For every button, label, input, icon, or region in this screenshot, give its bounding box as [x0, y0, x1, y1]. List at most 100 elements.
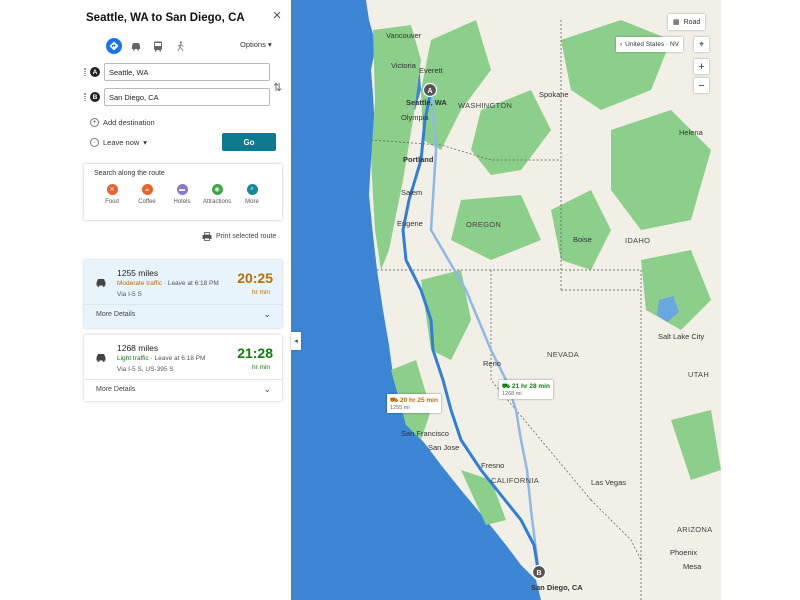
drag-handle-a[interactable]	[84, 68, 86, 76]
options-label: Options	[240, 40, 266, 49]
route-duration-unit: hr min	[251, 364, 270, 371]
route-option-2[interactable]: 1268 miles Light traffic · Leave at 6:18…	[84, 335, 282, 401]
go-button[interactable]: Go	[222, 133, 276, 151]
caret-down-icon: ▾	[267, 40, 272, 49]
state-utah: UTAH	[688, 370, 709, 379]
category-coffee-button[interactable]: ☕ Coffee	[130, 184, 164, 205]
route-via: Via I-5 S, US-395 S	[117, 366, 174, 373]
leave-time-label: Leave now	[103, 138, 140, 147]
more-details-link[interactable]: More Details	[96, 311, 135, 318]
route-diamond-icon	[109, 41, 119, 51]
collapse-panel-icon[interactable]: ◂	[291, 332, 301, 350]
route-via: Via I-5 S	[117, 291, 142, 298]
leave-time: Leave at 6:18 PM	[167, 280, 219, 287]
map-style-button[interactable]: ▦ Road	[668, 14, 706, 30]
clock-icon: ·	[90, 138, 99, 147]
pin-b[interactable]: B	[531, 564, 547, 580]
state-california: CALIFORNIA	[491, 476, 539, 485]
category-more-button[interactable]: ⌕ More	[235, 184, 269, 205]
coffee-cup-icon: ☕	[141, 184, 153, 195]
waypoint-b-badge: B	[90, 92, 100, 102]
city-fresno: Fresno	[481, 461, 504, 470]
city-spokane: Spokane	[539, 90, 569, 99]
close-icon[interactable]: ×	[270, 8, 284, 23]
add-destination-label: Add destination	[103, 118, 155, 127]
leave-time-dropdown[interactable]: · Leave now ▾	[90, 138, 147, 147]
divider	[84, 379, 282, 380]
city-victoria: Victoria	[391, 61, 417, 70]
chevron-down-icon[interactable]: ⌄	[263, 309, 271, 320]
leave-time: Leave at 6:18 PM	[154, 355, 206, 362]
add-destination-button[interactable]: + Add destination	[90, 118, 155, 127]
map-layers-icon: ▦	[673, 19, 680, 26]
callout-distance: 1268 mi	[502, 391, 522, 397]
city-olympia: Olympia	[401, 113, 429, 122]
state-washington: WASHINGTON	[458, 101, 512, 110]
destination-input[interactable]	[104, 88, 270, 106]
car-icon	[96, 354, 106, 362]
traffic-status: Moderate traffic	[117, 280, 163, 287]
bed-icon: ▬	[176, 184, 188, 195]
city-salem: Salem	[401, 188, 422, 197]
location-label: United States · NV	[625, 41, 679, 48]
state-oregon: OREGON	[466, 220, 501, 229]
locate-me-icon[interactable]: ⌖	[694, 37, 709, 52]
zoom-out-button[interactable]: −	[694, 78, 709, 93]
route-traffic: Light traffic · Leave at 6:18 PM	[117, 355, 206, 362]
chevron-right-icon: ›	[620, 41, 623, 48]
pin-a-label: A	[427, 88, 432, 95]
camera-icon: ◉	[211, 184, 223, 195]
city-vancouver: Vancouver	[386, 31, 422, 40]
search-along-title: Search along the route	[94, 170, 165, 177]
route-duration-unit: hr min	[251, 289, 270, 296]
route-duration: 21:28	[237, 345, 273, 361]
map-canvas[interactable]: Vancouver Victoria Everett Seattle, WA O…	[291, 0, 721, 600]
category-label: Attractions	[202, 199, 232, 205]
route-traffic: Moderate traffic · Leave at 6:18 PM	[117, 280, 219, 287]
plus-circle-icon: +	[90, 118, 99, 127]
callout-time-text: 20 hr 25 min	[399, 397, 438, 404]
zoom-in-button[interactable]: +	[694, 59, 709, 74]
swap-waypoints-icon[interactable]: ⇅	[273, 81, 282, 94]
mode-car-button[interactable]	[128, 38, 144, 54]
caret-down-icon: ▾	[143, 138, 148, 147]
start-location-input[interactable]	[104, 63, 270, 81]
state-nevada: NEVADA	[547, 350, 579, 359]
location-breadcrumb[interactable]: › United States · NV	[616, 37, 683, 52]
options-dropdown[interactable]: Options ▾	[240, 40, 272, 49]
mode-walk-button[interactable]	[172, 38, 188, 54]
route-callout-primary[interactable]: ⛟ 20 hr 25 min 1255 mi	[387, 394, 441, 413]
car-icon	[132, 43, 140, 51]
state-arizona: ARIZONA	[677, 525, 712, 534]
city-seattle: Seattle, WA	[406, 98, 447, 107]
route-callout-alt[interactable]: ⛟ 21 hr 28 min 1268 mi	[499, 380, 553, 399]
bus-icon	[154, 41, 162, 51]
city-san-jose: San Jose	[428, 443, 459, 452]
route-distance: 1255 miles	[117, 268, 159, 278]
category-label: Hotels	[173, 199, 191, 205]
walk-icon	[177, 40, 184, 51]
route-title: Seattle, WA to San Diego, CA	[86, 12, 245, 24]
route-option-1[interactable]: 1255 miles Moderate traffic · Leave at 6…	[84, 260, 282, 328]
city-everett: Everett	[419, 66, 444, 75]
mode-transit-button[interactable]	[150, 38, 166, 54]
drag-handle-b[interactable]	[84, 93, 86, 101]
callout-distance: 1255 mi	[390, 405, 410, 411]
category-hotels-button[interactable]: ▬ Hotels	[165, 184, 199, 205]
search-icon: ⌕	[246, 184, 258, 195]
more-details-link[interactable]: More Details	[96, 386, 135, 393]
chevron-down-icon[interactable]: ⌄	[263, 384, 271, 395]
route-distance: 1268 miles	[117, 343, 159, 353]
category-label: Coffee	[138, 199, 156, 205]
category-food-button[interactable]: ✕ Food	[95, 184, 129, 205]
pin-a[interactable]: A	[422, 82, 438, 98]
callout-time: ⛟ 20 hr 25 min	[390, 397, 438, 404]
category-attractions-button[interactable]: ◉ Attractions	[200, 184, 234, 205]
mode-drive-button[interactable]	[106, 38, 122, 54]
callout-time-text: 21 hr 28 min	[511, 383, 550, 390]
city-portland: Portland	[403, 155, 434, 164]
city-las-vegas: Las Vegas	[591, 478, 626, 487]
city-san-diego: San Diego, CA	[531, 583, 583, 592]
print-route-button[interactable]: Print selected route	[202, 232, 276, 241]
printer-icon	[202, 232, 212, 241]
